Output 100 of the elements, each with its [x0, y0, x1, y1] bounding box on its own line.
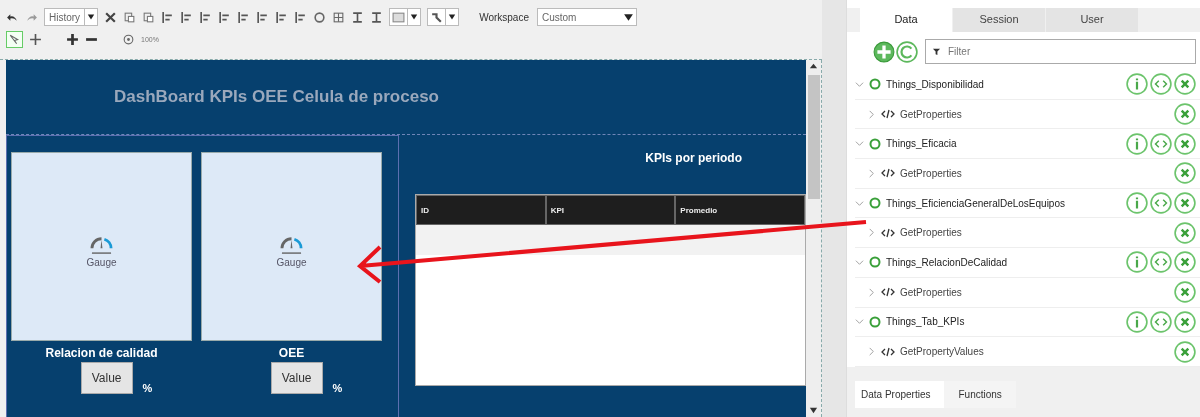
refresh-icon[interactable]: [896, 40, 918, 63]
panel-tab[interactable]: Session: [953, 8, 1046, 32]
align-icon[interactable]: [237, 10, 251, 24]
chevron-icon[interactable]: [867, 168, 876, 178]
thing-icon: [869, 137, 881, 150]
paste-icon[interactable]: [142, 10, 156, 24]
align-icon[interactable]: [218, 10, 232, 24]
panel-tab[interactable]: Functions: [944, 381, 1016, 408]
thing-icon: [869, 78, 881, 91]
select-tool-icon[interactable]: [6, 30, 23, 48]
remove-icon[interactable]: [1174, 310, 1196, 333]
panel-tab[interactable]: Data: [860, 8, 953, 32]
chevron-icon[interactable]: [855, 139, 864, 149]
scroll-down-icon[interactable]: [809, 406, 818, 415]
chevron-icon[interactable]: [855, 198, 864, 208]
thing-icon: [869, 197, 881, 210]
unit-label: %: [332, 382, 343, 394]
service-name[interactable]: GetProperties: [900, 227, 1172, 239]
column-header[interactable]: ID: [416, 195, 546, 225]
info-icon[interactable]: [1126, 251, 1148, 274]
thing-name[interactable]: Things_Disponibilidad: [886, 78, 1124, 90]
cut-icon[interactable]: [104, 10, 118, 24]
code-icon[interactable]: [1150, 192, 1172, 215]
dashboard-title: DashBoard KPIs OEE Celula de proceso: [114, 87, 439, 107]
filter-field[interactable]: Filter: [925, 39, 1196, 64]
thing-name[interactable]: Things_Eficacia: [886, 138, 1124, 150]
remove-icon[interactable]: [1174, 340, 1196, 363]
caret-icon: [448, 13, 457, 21]
copy-icon[interactable]: [123, 10, 137, 24]
align-icon[interactable]: [275, 10, 289, 24]
align-icon[interactable]: [180, 10, 194, 24]
remove-icon[interactable]: [1174, 221, 1196, 244]
thing-name[interactable]: Things_Tab_KPIs: [886, 316, 1124, 328]
thing-name[interactable]: Things_EficienciaGeneralDeLosEquipos: [886, 197, 1124, 209]
column-header[interactable]: KPI: [545, 195, 676, 225]
remove-icon[interactable]: [1174, 281, 1196, 304]
column-header[interactable]: Promedio: [675, 195, 805, 225]
chevron-icon[interactable]: [867, 347, 876, 357]
service-name[interactable]: GetProperties: [900, 167, 1172, 179]
layout-dropdown[interactable]: [389, 8, 422, 26]
caret-icon: [622, 11, 634, 23]
remove-icon[interactable]: [1174, 73, 1196, 96]
panel-icon: [392, 10, 406, 24]
chevron-icon[interactable]: [867, 287, 876, 297]
code-icon[interactable]: [1150, 310, 1172, 333]
align-icon[interactable]: [294, 10, 308, 24]
kpi-title: KPIs por periodo: [645, 151, 742, 165]
chevron-icon[interactable]: [867, 109, 876, 119]
align-icon[interactable]: [161, 10, 175, 24]
scrollbar[interactable]: [806, 60, 822, 417]
scroll-up-icon[interactable]: [809, 62, 818, 71]
thing-icon: [869, 256, 881, 269]
panel-tab[interactable]: User: [1046, 8, 1139, 32]
info-icon[interactable]: [1126, 192, 1148, 215]
info-icon[interactable]: [1126, 132, 1148, 155]
filter-icon: [932, 47, 941, 56]
panel-tab[interactable]: Data Properties: [855, 381, 945, 408]
remove-icon[interactable]: [1174, 162, 1196, 185]
align-icon[interactable]: [256, 10, 270, 24]
zoom-in-icon[interactable]: [66, 32, 79, 46]
gauge-caption: Relacion de calidad: [45, 346, 158, 360]
code-icon: [881, 227, 895, 238]
code-icon[interactable]: [1150, 132, 1172, 155]
chevron-icon[interactable]: [855, 317, 864, 327]
service-name[interactable]: GetProperties: [900, 108, 1172, 120]
size-icon[interactable]: [370, 10, 384, 24]
remove-icon[interactable]: [1174, 251, 1196, 274]
size-icon[interactable]: [351, 10, 365, 24]
move-icon[interactable]: [29, 32, 42, 46]
value-field: Value: [80, 362, 133, 394]
center-icon[interactable]: [313, 10, 327, 24]
code-icon: [881, 287, 895, 298]
code-icon[interactable]: [1150, 251, 1172, 274]
chevron-icon[interactable]: [855, 257, 864, 267]
gauge-label: Gauge: [276, 256, 307, 268]
remove-icon[interactable]: [1174, 132, 1196, 155]
service-name[interactable]: GetPropertyValues: [900, 346, 1172, 358]
chevron-icon[interactable]: [855, 79, 864, 89]
grid-icon[interactable]: [332, 10, 346, 24]
workspace-select[interactable]: Custom: [536, 8, 637, 26]
remove-icon[interactable]: [1174, 103, 1196, 126]
chevron-icon[interactable]: [867, 228, 876, 238]
fit-icon[interactable]: [122, 32, 135, 46]
remove-icon[interactable]: [1174, 192, 1196, 215]
gauge-caption: OEE: [278, 346, 305, 360]
info-icon[interactable]: [1126, 73, 1148, 96]
code-icon: [881, 168, 895, 179]
code-icon: [881, 346, 895, 357]
thing-name[interactable]: Things_RelacionDeCalidad: [886, 256, 1124, 268]
caret-icon: [87, 13, 96, 21]
unit-label: %: [142, 382, 153, 394]
value-field: Value: [270, 362, 323, 394]
history-select[interactable]: History: [44, 8, 99, 26]
info-icon[interactable]: [1126, 310, 1148, 333]
add-icon[interactable]: [873, 40, 895, 63]
service-name[interactable]: GetProperties: [900, 286, 1172, 298]
align-icon[interactable]: [199, 10, 213, 24]
thing-icon: [869, 315, 881, 328]
style-dropdown[interactable]: [427, 8, 460, 26]
code-icon[interactable]: [1150, 73, 1172, 96]
